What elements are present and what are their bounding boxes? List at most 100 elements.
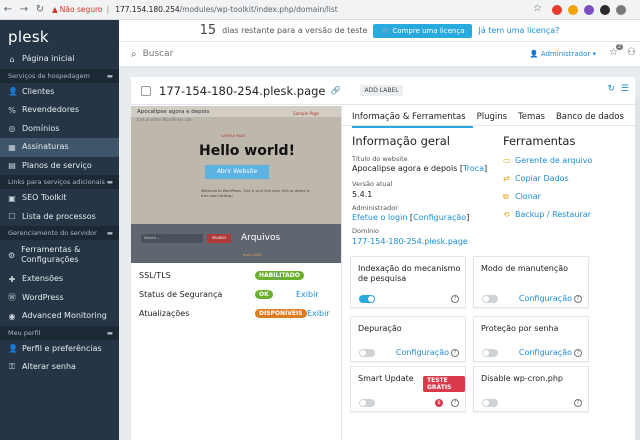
address-bar[interactable]: 177.154.180.254/modules/wp-toolkit/index… bbox=[115, 5, 338, 14]
view-link[interactable]: Exibir bbox=[307, 309, 330, 318]
help-icon[interactable]: ⚇ bbox=[627, 47, 636, 58]
sidebar-item-seo-toolkit[interactable]: ▣ SEO Toolkit bbox=[0, 189, 119, 208]
search-input[interactable]: Buscar bbox=[143, 49, 174, 59]
sidebar-section-header[interactable]: Meu perfil ▬ bbox=[0, 325, 119, 340]
scrollbar[interactable] bbox=[635, 97, 640, 440]
folder-icon: ▭ bbox=[503, 156, 511, 165]
collapse-icon: ▬ bbox=[106, 229, 113, 237]
preview-sample: SAMPLE PAGE bbox=[221, 134, 246, 138]
preview-site-title: Apocalipse agora e depois bbox=[137, 109, 210, 115]
link-icon[interactable]: 🔗 bbox=[331, 86, 341, 95]
domain-panel: 177-154-180-254.plesk.page 🔗 ADD LABEL ↻… bbox=[131, 77, 635, 440]
sidebar-item-extens-es[interactable]: ✚ Extensões bbox=[0, 270, 119, 289]
forward-icon[interactable]: → bbox=[16, 4, 32, 15]
tool-gerente-de-arquivo[interactable]: ▭ Gerente de arquivo bbox=[503, 156, 592, 165]
preview-body: Welcome to WordPress. This is your first… bbox=[201, 189, 311, 198]
search-bar: ⌕ Buscar 👤 Administrador ▾ ☆ 2 ⚇ bbox=[119, 41, 640, 67]
have-license-link[interactable]: Já tem uma licença? bbox=[478, 26, 559, 35]
extension-icon[interactable] bbox=[568, 5, 578, 15]
status-label: SSL/TLS bbox=[139, 271, 171, 280]
extension-icon[interactable] bbox=[600, 5, 610, 15]
sidebar-item-assinaturas[interactable]: ▦ Assinaturas bbox=[0, 138, 119, 157]
sidebar-item-ferramentas-configura-es[interactable]: ⚙ Ferramentas & Configurações bbox=[0, 240, 119, 270]
setting-toggle[interactable] bbox=[359, 295, 375, 303]
setting-title: Proteção por senha bbox=[481, 324, 559, 333]
sidebar-item-perfil-e-prefer-ncias[interactable]: 👤 Perfil e preferências bbox=[0, 340, 119, 359]
admin-menu[interactable]: 👤 Administrador ▾ bbox=[530, 50, 596, 58]
backup-icon: ⟲ bbox=[503, 210, 510, 219]
user-icon: 👤 bbox=[529, 50, 539, 58]
preview-tagline: Just another WordPress site bbox=[137, 117, 192, 122]
sidebar-item-alterar-senha[interactable]: ⚿ Alterar senha bbox=[0, 358, 119, 377]
trial-text: dias restante para a versão de teste bbox=[222, 26, 368, 35]
extension-icon[interactable] bbox=[584, 5, 594, 15]
sidebar-item-p-gina-inicial[interactable]: ⌂ Página inicial bbox=[0, 50, 119, 69]
help-icon[interactable]: ? bbox=[451, 349, 459, 357]
config-link[interactable]: Configuração bbox=[396, 348, 449, 357]
sidebar-item-label: Página inicial bbox=[22, 54, 75, 64]
sidebar-item-advanced-monitoring[interactable]: ◉ Advanced Monitoring bbox=[0, 307, 119, 326]
extension-icon[interactable] bbox=[552, 5, 562, 15]
help-icon[interactable]: ? bbox=[451, 399, 459, 407]
add-label-button[interactable]: ADD LABEL bbox=[360, 85, 403, 96]
sidebar-section-header[interactable]: Gerenciamento do servidor ▬ bbox=[0, 226, 119, 240]
tool-clonar[interactable]: ⧉ Clonar bbox=[503, 192, 541, 202]
help-icon[interactable]: ? bbox=[574, 295, 582, 303]
setting-toggle[interactable] bbox=[359, 349, 375, 357]
change-title-link[interactable]: Troca bbox=[463, 164, 484, 173]
sidebar-item-revendedores[interactable]: % Revendedores bbox=[0, 101, 119, 120]
select-checkbox[interactable] bbox=[141, 85, 151, 96]
domain-header: 177-154-180-254.plesk.page 🔗 ADD LABEL ↻… bbox=[131, 77, 635, 105]
monitor-icon: ◉ bbox=[8, 311, 16, 321]
back-icon[interactable]: ← bbox=[0, 4, 16, 15]
setting-card: Indexação do mecanismo de pesquisa? bbox=[350, 256, 466, 308]
setting-toggle[interactable] bbox=[359, 399, 375, 407]
sidebar-item-clientes[interactable]: 👤 Clientes bbox=[0, 83, 119, 102]
sidebar-item-label: SEO Toolkit bbox=[22, 193, 67, 203]
setting-title: Depuração bbox=[358, 324, 402, 333]
status-badge: DISPONÍVEIS bbox=[255, 309, 307, 318]
refresh-icon[interactable]: ↻ bbox=[607, 84, 615, 94]
config-link[interactable]: Configuração bbox=[519, 294, 572, 303]
domain-name[interactable]: 177-154-180-254.plesk.page bbox=[159, 84, 326, 98]
plesk-logo[interactable]: plesk bbox=[0, 20, 119, 50]
view-link[interactable]: Exibir bbox=[296, 290, 319, 299]
trial-badge: TESTE GRÁTIS bbox=[423, 376, 465, 392]
profile-avatar-icon[interactable] bbox=[616, 5, 626, 15]
open-website-button[interactable]: Abrir Website bbox=[205, 165, 269, 179]
admin-config-link[interactable]: Configuração bbox=[413, 213, 466, 222]
sidebar-section-header[interactable]: Serviços de hospedagem ▬ bbox=[0, 68, 119, 83]
setting-toggle[interactable] bbox=[482, 295, 498, 303]
site-title-value: Apocalipse agora e depois [Troca] bbox=[352, 164, 488, 173]
reload-icon[interactable]: ↻ bbox=[32, 4, 48, 15]
setting-toggle[interactable] bbox=[482, 399, 498, 407]
sidebar: plesk ⌂ Página inicial Serviços de hospeda… bbox=[0, 20, 119, 440]
sidebar-item-wordpress[interactable]: Ⓦ WordPress bbox=[0, 289, 119, 308]
sidebar-item-dom-nios[interactable]: ◎ Domínios bbox=[0, 120, 119, 139]
preview-archives: Arquivos bbox=[241, 233, 281, 243]
key-icon: ⚿ bbox=[8, 362, 16, 372]
tool-backup-restaurar[interactable]: ⟲ Backup / Restaurar bbox=[503, 210, 591, 219]
help-icon[interactable]: ? bbox=[574, 349, 582, 357]
dollar-icon: $ bbox=[435, 399, 443, 407]
buy-license-button[interactable]: 🛒 Compre uma licença bbox=[373, 23, 473, 38]
collapse-icon: ▬ bbox=[106, 328, 113, 337]
help-icon[interactable]: ? bbox=[451, 295, 459, 303]
help-icon[interactable]: ? bbox=[574, 399, 582, 407]
preview-hello: Hello world! bbox=[199, 143, 295, 159]
admin-login-link[interactable]: Efetue o login bbox=[352, 213, 407, 222]
setting-card: Depuração Configuração? bbox=[350, 316, 466, 362]
sidebar-section-header[interactable]: Links para serviços adicionais ▬ bbox=[0, 175, 119, 189]
setting-toggle[interactable] bbox=[482, 349, 498, 357]
sidebar-item-label: Planos de serviço bbox=[22, 160, 92, 170]
menu-icon[interactable]: ☰ bbox=[621, 84, 629, 94]
bookmark-star-icon[interactable]: ☆ bbox=[533, 3, 542, 14]
tool-copiar-dados[interactable]: ⇄ Copiar Dados bbox=[503, 174, 569, 183]
status-label: Status de Segurança bbox=[139, 290, 223, 299]
config-link[interactable]: Configuração bbox=[519, 348, 572, 357]
sidebar-item-planos-de-servi-o[interactable]: ▤ Planos de serviço bbox=[0, 157, 119, 176]
sidebar-item-lista-de-processos[interactable]: ☐ Lista de processos bbox=[0, 208, 119, 227]
website-preview[interactable]: Apocalipse agora e depois Just another W… bbox=[131, 106, 341, 263]
insecure-indicator[interactable]: ▲ Não seguro bbox=[52, 5, 103, 14]
domain-link[interactable]: 177-154-180-254.plesk.page bbox=[352, 237, 468, 246]
